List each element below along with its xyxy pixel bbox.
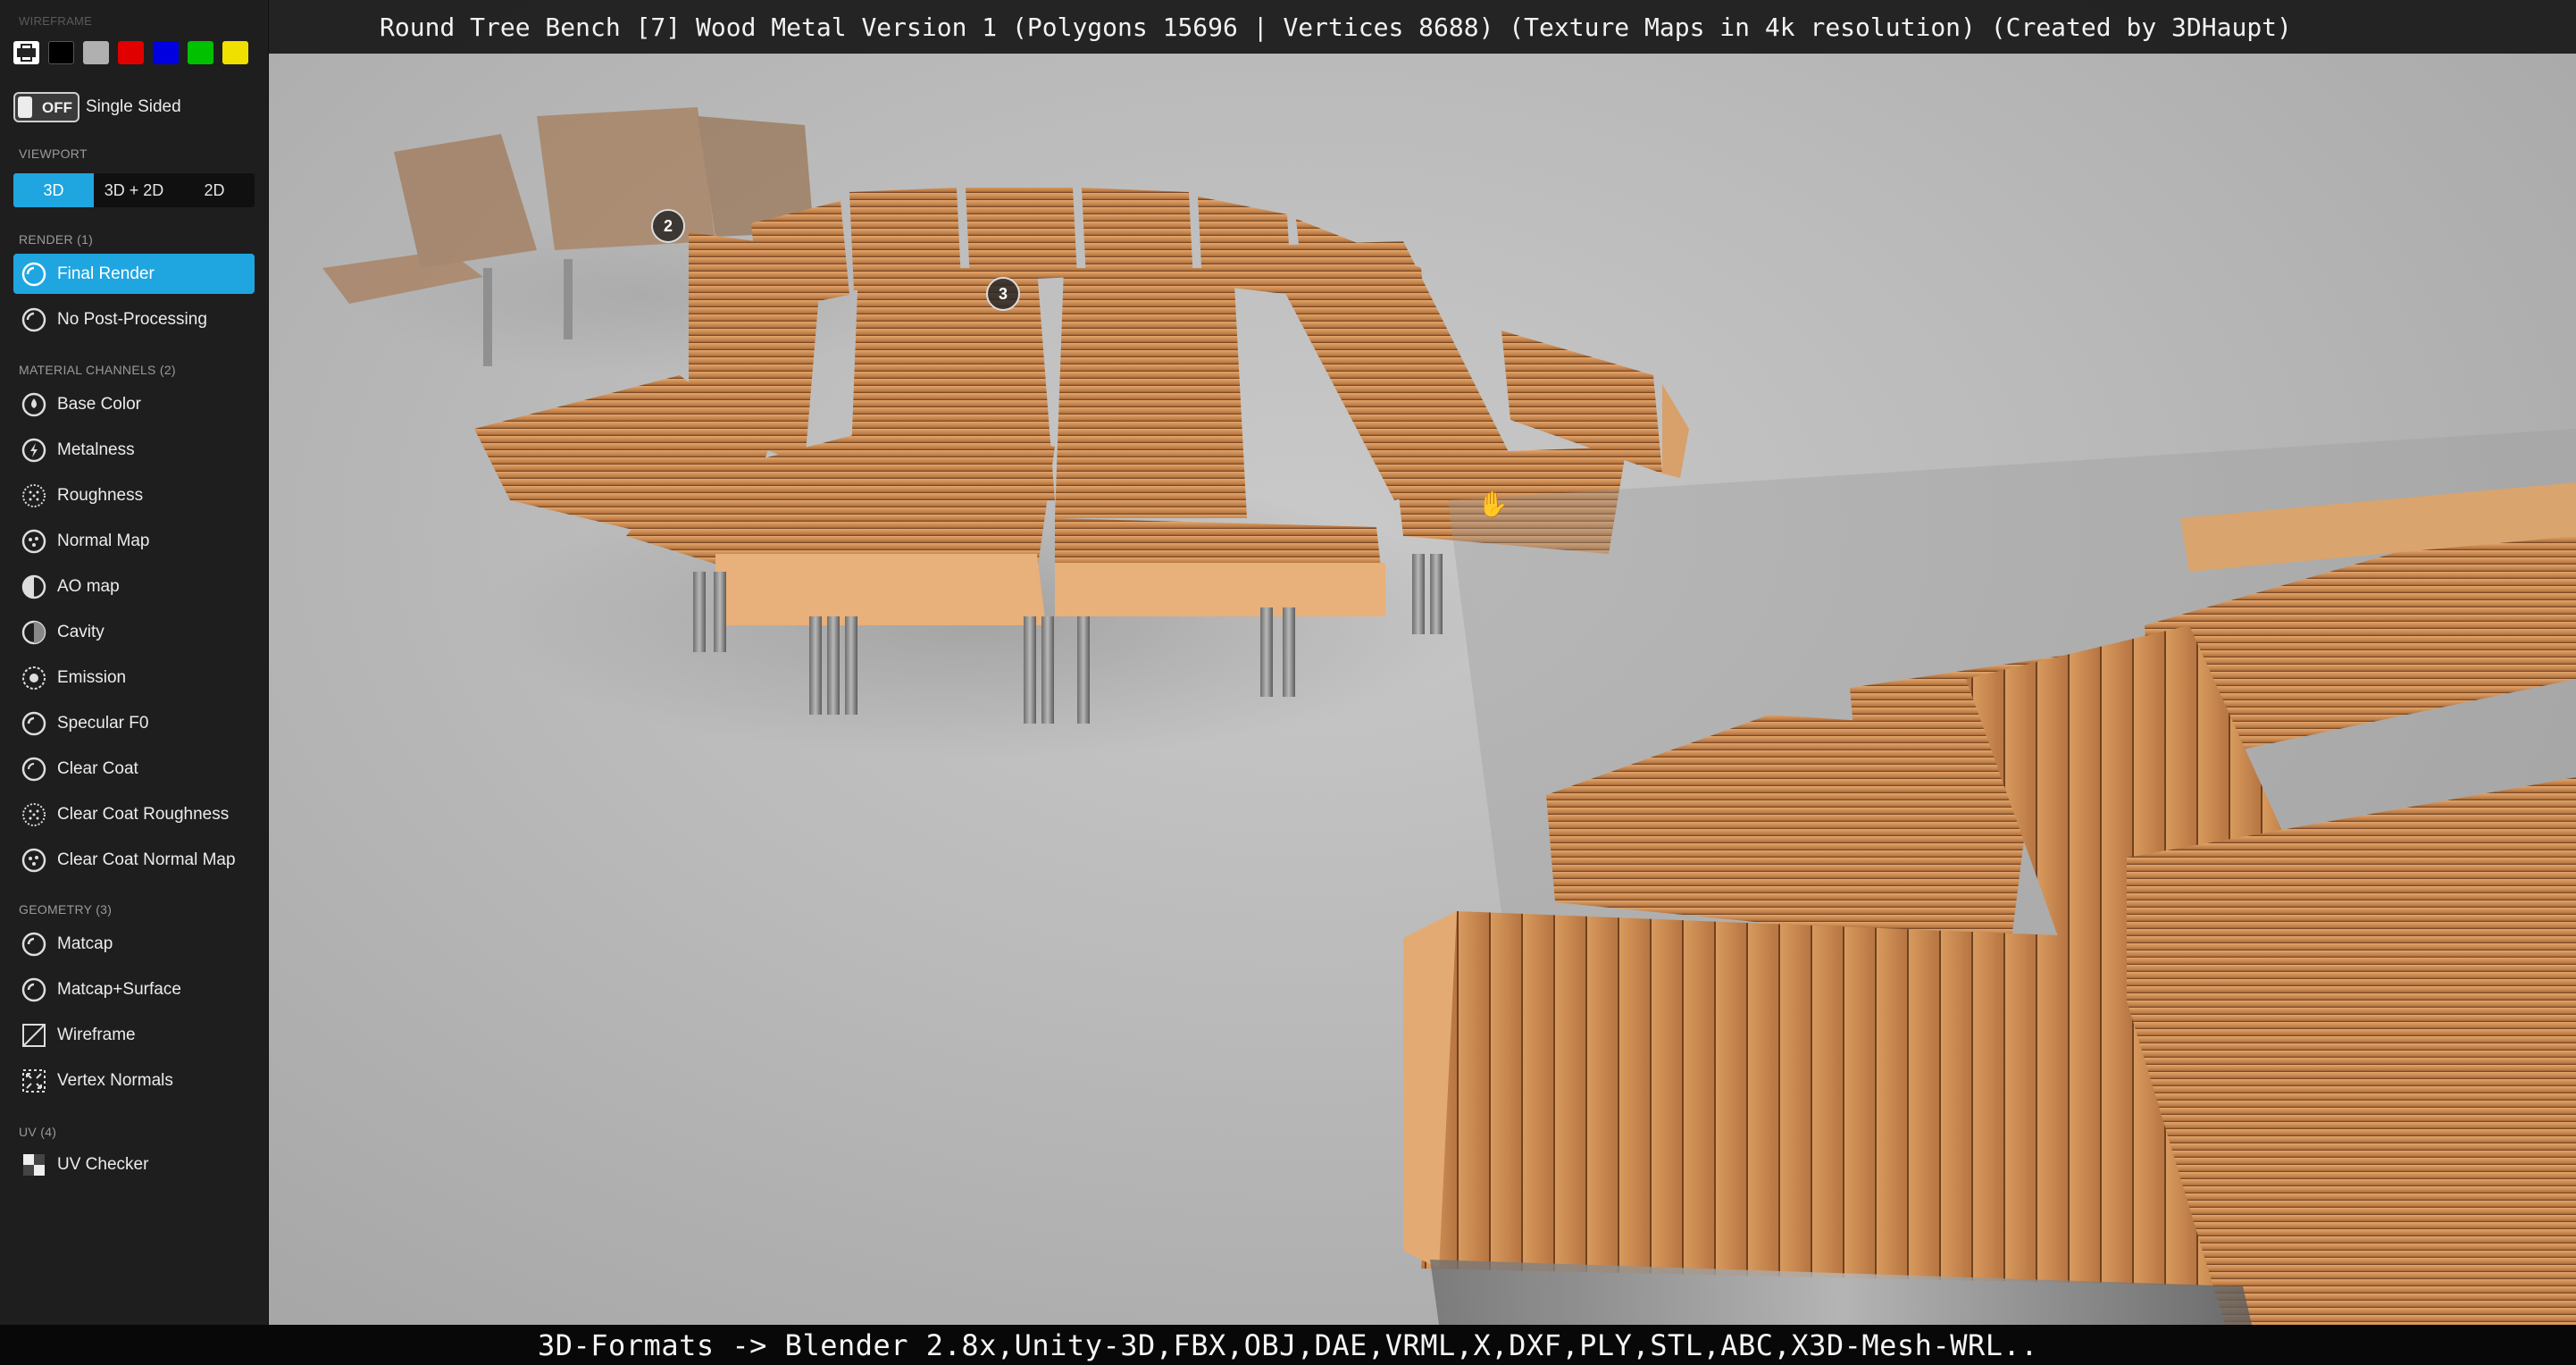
formats-text: 3D-Formats -> Blender 2.8x,Unity-3D,FBX,…: [537, 1327, 2039, 1362]
material-clear-coat-normal-map[interactable]: Clear Coat Normal Map: [13, 840, 255, 880]
material-clear-coat-roughness[interactable]: Clear Coat Roughness: [13, 794, 255, 834]
uv-item-label: UV Checker: [57, 1154, 149, 1174]
matcap-icon: [20, 976, 48, 1004]
material-item-label: Specular F0: [57, 713, 149, 733]
uv-checker[interactable]: UV Checker: [13, 1144, 255, 1185]
render-icon: [20, 306, 48, 334]
matcap-icon: [20, 930, 48, 959]
metalness-icon: [20, 436, 48, 465]
model-title: Round Tree Bench [7] Wood Metal Version …: [380, 12, 2292, 42]
geometry-vertex-normals[interactable]: Vertex Normals: [13, 1060, 255, 1101]
foreground-bench: [1403, 429, 2576, 1325]
bench-seat-edge-1: [715, 554, 1046, 625]
bench-render: [322, 107, 2576, 1325]
material-item-label: AO map: [57, 576, 120, 596]
material-item-label: Metalness: [57, 440, 135, 459]
material-ao-map[interactable]: AO map: [13, 566, 255, 607]
material-clear-coat[interactable]: Clear Coat: [13, 749, 255, 789]
single-sided-label: Single Sided: [86, 97, 181, 116]
toggle-knob: [18, 96, 32, 118]
toggle-state: OFF: [42, 99, 72, 116]
material-item-label: Roughness: [57, 485, 144, 505]
viewport-section-label: VIEWPORT: [19, 147, 88, 161]
geometry-item-label: Wireframe: [57, 1025, 136, 1044]
uv-section-label: UV (4): [19, 1125, 57, 1139]
wireframe-color-black[interactable]: [48, 41, 74, 64]
wireframe-section-label: WIREFRAME: [19, 14, 93, 28]
cavity-icon: [20, 618, 48, 647]
material-item-label: Base Color: [57, 394, 141, 414]
normal-map-icon: [20, 846, 48, 875]
material-item-label: Clear Coat Normal Map: [57, 850, 236, 869]
geometry-item-label: Vertex Normals: [57, 1070, 173, 1090]
formats-bar: 3D-Formats -> Blender 2.8x,Unity-3D,FBX,…: [0, 1325, 2576, 1365]
wireframe-color-red[interactable]: [118, 41, 144, 64]
material-normal-map[interactable]: Normal Map: [13, 521, 255, 561]
roughness-icon: [20, 482, 48, 510]
normal-map-icon: [20, 527, 48, 556]
annotation-marker-3[interactable]: 3: [986, 277, 1020, 311]
specular-icon: [20, 709, 48, 738]
wireframe-icon: [20, 1021, 48, 1050]
sidebar: WIREFRAME OFF Single Sided VIEWPORT 3D 3…: [0, 0, 269, 1325]
material-specular-f0[interactable]: Specular F0: [13, 703, 255, 743]
render-no-post-processing[interactable]: No Post-Processing: [13, 299, 255, 339]
material-metalness[interactable]: Metalness: [13, 430, 255, 470]
distant-bench: [322, 107, 939, 375]
material-cavity[interactable]: Cavity: [13, 612, 255, 652]
wireframe-toggle-icon: [17, 44, 36, 62]
viewport-2d-button[interactable]: 2D: [174, 173, 255, 207]
ao-map-icon: [20, 573, 48, 601]
uv-checker-icon: [20, 1151, 48, 1179]
render-icon: [20, 260, 48, 289]
render-section-label: RENDER (1): [19, 232, 94, 247]
geometry-matcap-surface[interactable]: Matcap+Surface: [13, 969, 255, 1009]
material-item-label: Clear Coat Roughness: [57, 804, 230, 824]
material-item-label: Cavity: [57, 622, 105, 641]
bench-back-1: [849, 268, 1055, 500]
roughness-icon: [20, 800, 48, 829]
wireframe-color-gray[interactable]: [83, 41, 109, 64]
clear-coat-icon: [20, 755, 48, 783]
viewport-3d-button[interactable]: 3D: [13, 173, 94, 207]
material-item-label: Normal Map: [57, 531, 150, 550]
material-base-color[interactable]: Base Color: [13, 384, 255, 424]
bench-back-2: [1055, 268, 1247, 518]
geometry-item-label: Matcap: [57, 934, 113, 953]
render-item-label: No Post-Processing: [57, 309, 207, 329]
geometry-section-label: GEOMETRY (3): [19, 902, 113, 917]
geometry-matcap[interactable]: Matcap: [13, 924, 255, 964]
base-color-icon: [20, 390, 48, 419]
material-roughness[interactable]: Roughness: [13, 475, 255, 515]
annotation-marker-2[interactable]: 2: [651, 209, 685, 243]
3d-viewport[interactable]: 2 3 ✋: [269, 0, 2576, 1325]
material-emission[interactable]: Emission: [13, 657, 255, 698]
model-title-bar: Round Tree Bench [7] Wood Metal Version …: [269, 0, 2576, 54]
wireframe-color-yellow[interactable]: [222, 41, 248, 64]
bench-seat-edge-2: [1055, 563, 1385, 616]
emission-icon: [20, 664, 48, 692]
single-sided-toggle[interactable]: OFF: [13, 92, 79, 122]
wireframe-color-blue[interactable]: [153, 41, 179, 64]
material-item-label: Clear Coat: [57, 758, 138, 778]
material-item-label: Emission: [57, 667, 127, 687]
viewport-3d-2d-button[interactable]: 3D + 2D: [94, 173, 174, 207]
wireframe-color-white[interactable]: [13, 41, 39, 64]
viewport-mode-selector: 3D 3D + 2D 2D: [13, 173, 255, 207]
hand-cursor-icon: ✋: [1477, 490, 1509, 518]
wireframe-color-green[interactable]: [188, 41, 213, 64]
vertex-normals-icon: [20, 1067, 48, 1095]
render-item-label: Final Render: [57, 264, 155, 283]
geometry-item-label: Matcap+Surface: [57, 979, 181, 999]
geometry-wireframe[interactable]: Wireframe: [13, 1015, 255, 1055]
wireframe-color-swatches: [13, 41, 248, 64]
render-final-render[interactable]: Final Render: [13, 254, 255, 294]
material-section-label: MATERIAL CHANNELS (2): [19, 363, 176, 377]
